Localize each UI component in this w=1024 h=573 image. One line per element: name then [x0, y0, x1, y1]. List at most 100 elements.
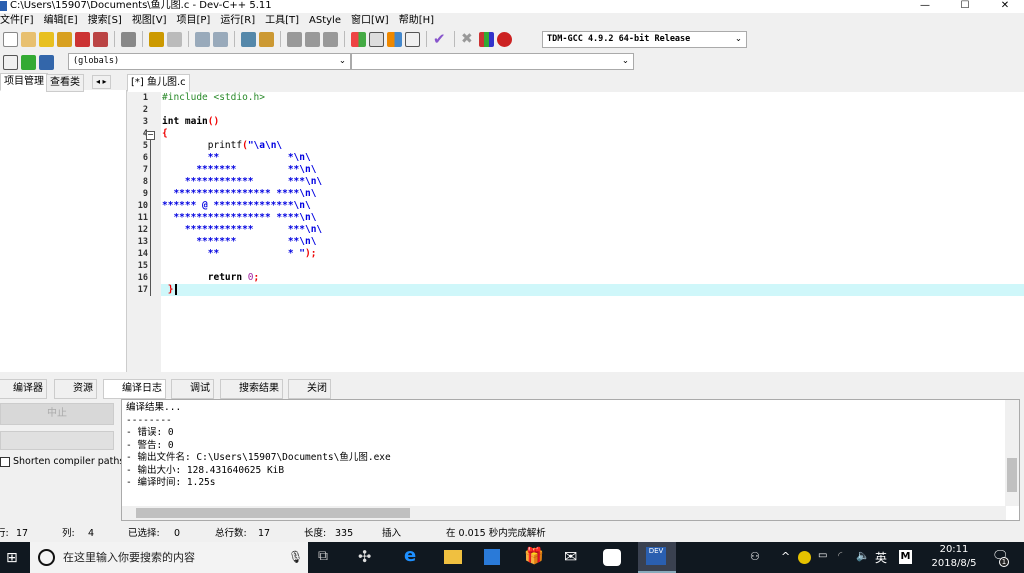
code-line: ****** @ **************\n\	[162, 200, 311, 211]
compile-icon[interactable]	[351, 31, 366, 47]
code-line: ******* **\n\	[162, 236, 317, 247]
chevron-down-icon: ⌄	[338, 56, 346, 66]
tab-close[interactable]: 关闭	[288, 379, 331, 399]
clock-date[interactable]: 2018/8/5	[928, 558, 980, 569]
menu-astyle[interactable]: AStyle	[309, 13, 347, 28]
mail-icon[interactable]: ✉	[564, 547, 577, 566]
menu-search[interactable]: 搜索[S]	[88, 13, 128, 28]
close-button[interactable]: ✕	[995, 0, 1015, 11]
run-icon[interactable]	[369, 31, 384, 47]
gift-icon[interactable]: 🎁	[524, 546, 544, 565]
text-cursor	[175, 284, 184, 295]
compile-run-icon[interactable]	[387, 31, 402, 47]
chevron-up-icon[interactable]: ^	[781, 550, 790, 563]
clock-time[interactable]: 20:11	[934, 544, 974, 555]
people-icon[interactable]: ⚇	[750, 550, 760, 563]
menu-edit[interactable]: 编辑[E]	[44, 13, 84, 28]
chevron-down-icon: ⌄	[734, 34, 742, 44]
line-number: 14	[137, 249, 148, 259]
log-line: - 警告: 0	[126, 439, 174, 451]
ime-mode-icon[interactable]: M	[899, 550, 912, 564]
maximize-button[interactable]: ☐	[955, 0, 975, 11]
windows-start-icon[interactable]: ⊞	[6, 550, 18, 566]
editor-tab[interactable]: [*] 鱼儿图.c	[127, 74, 190, 92]
code-line: ***************** ****\n\	[162, 188, 317, 199]
tab-compile-log[interactable]: 编译日志	[103, 379, 166, 399]
compiler-select[interactable]: TDM-GCC 4.9.2 64-bit Release ⌄	[542, 31, 747, 48]
symbol-select[interactable]: ⌄	[351, 53, 634, 70]
baidu-netdisk-icon[interactable]	[603, 549, 621, 566]
checkbox-box[interactable]	[0, 456, 10, 467]
open-file-icon[interactable]	[21, 31, 36, 47]
tab-resources[interactable]: 资源	[54, 379, 97, 399]
menu-file[interactable]: 文件[F]	[0, 13, 40, 28]
close-all-icon[interactable]	[93, 31, 108, 47]
tab-scroll-buttons[interactable]: ◂ ▸	[92, 75, 111, 89]
tab-debug[interactable]: 调试	[171, 379, 214, 399]
status-col: 4	[88, 528, 95, 539]
stop-execution-icon[interactable]: ✖	[461, 31, 476, 47]
task-view-icon[interactable]: ⧉	[318, 548, 328, 564]
tab-project-manager[interactable]: 项目管理	[0, 73, 48, 91]
menu-run[interactable]: 运行[R]	[220, 13, 261, 28]
horizontal-scrollbar[interactable]	[122, 506, 1006, 520]
bookmark-icon[interactable]	[323, 31, 338, 47]
cortana-icon	[38, 549, 55, 566]
bookmark-prev-icon[interactable]	[287, 31, 302, 47]
code-editor[interactable]: #include <stdio.h> int main() { printf("…	[161, 92, 1024, 372]
microphone-icon[interactable]: 🎙	[288, 542, 303, 573]
menu-tools[interactable]: 工具[T]	[265, 13, 305, 28]
rebuild-icon[interactable]	[405, 31, 420, 47]
close-file-icon[interactable]	[75, 31, 90, 47]
devcpp-taskbar-icon[interactable]: DEV	[638, 542, 676, 573]
stop-button[interactable]: 中止	[0, 403, 114, 425]
undo-icon[interactable]	[149, 31, 164, 47]
bookmark-next-icon[interactable]	[305, 31, 320, 47]
save-all-icon[interactable]	[57, 31, 72, 47]
edge-icon[interactable]: e	[404, 545, 416, 566]
check-syntax-icon[interactable]: ✔	[433, 31, 448, 47]
store-icon[interactable]	[484, 549, 500, 565]
fold-line	[150, 140, 151, 296]
code-keyword: int	[162, 116, 180, 127]
menu-project[interactable]: 项目[P]	[177, 13, 217, 28]
tab-search-results[interactable]: 搜索结果	[220, 379, 283, 399]
vertical-scrollbar[interactable]	[1005, 400, 1019, 506]
scope-select[interactable]: (globals) ⌄	[68, 53, 351, 70]
scrollbar-thumb[interactable]	[1007, 458, 1017, 492]
profile-icon[interactable]	[479, 31, 494, 47]
fan-app-icon[interactable]: ✣	[358, 547, 371, 566]
tab-compiler[interactable]: 编译器	[0, 379, 47, 399]
taskbar-search[interactable]: 在这里输入你要搜索的内容 🎙	[30, 542, 308, 573]
shorten-paths-checkbox[interactable]: Shorten compiler paths	[0, 456, 124, 467]
new-project-icon[interactable]	[3, 54, 18, 70]
ime-indicator[interactable]: 英	[875, 549, 887, 566]
menu-view[interactable]: 视图[V]	[132, 13, 173, 28]
volume-icon[interactable]: 🔈	[856, 549, 870, 562]
fold-collapse-icon[interactable]: −	[146, 131, 155, 140]
devcpp-icon: DEV	[646, 547, 666, 565]
tab-class-browser[interactable]: 查看类	[46, 74, 84, 92]
battery-icon[interactable]: ▭	[818, 550, 827, 561]
scrollbar-thumb[interactable]	[136, 508, 410, 518]
status-parse: 在 0.015 秒内完成解析	[446, 528, 546, 539]
redo-icon[interactable]	[167, 31, 182, 47]
code-line: ** *\n\	[162, 152, 311, 163]
add-to-project-icon[interactable]	[21, 54, 36, 70]
indent-icon[interactable]	[241, 31, 256, 47]
wifi-icon[interactable]: ◜	[838, 549, 842, 562]
save-icon[interactable]	[39, 31, 54, 47]
security-tray-icon[interactable]	[798, 551, 811, 564]
unindent-icon[interactable]	[259, 31, 274, 47]
menu-window[interactable]: 窗口[W]	[351, 13, 395, 28]
line-number: 13	[137, 237, 148, 247]
debug-icon[interactable]	[497, 31, 512, 47]
file-explorer-icon[interactable]	[444, 550, 462, 564]
print-icon[interactable]	[121, 31, 136, 47]
find-icon[interactable]	[195, 31, 210, 47]
menu-help[interactable]: 帮助[H]	[399, 13, 440, 28]
replace-icon[interactable]	[213, 31, 228, 47]
new-file-icon[interactable]	[3, 31, 18, 47]
minimize-button[interactable]: —	[915, 0, 935, 11]
remove-from-project-icon[interactable]	[39, 54, 54, 70]
